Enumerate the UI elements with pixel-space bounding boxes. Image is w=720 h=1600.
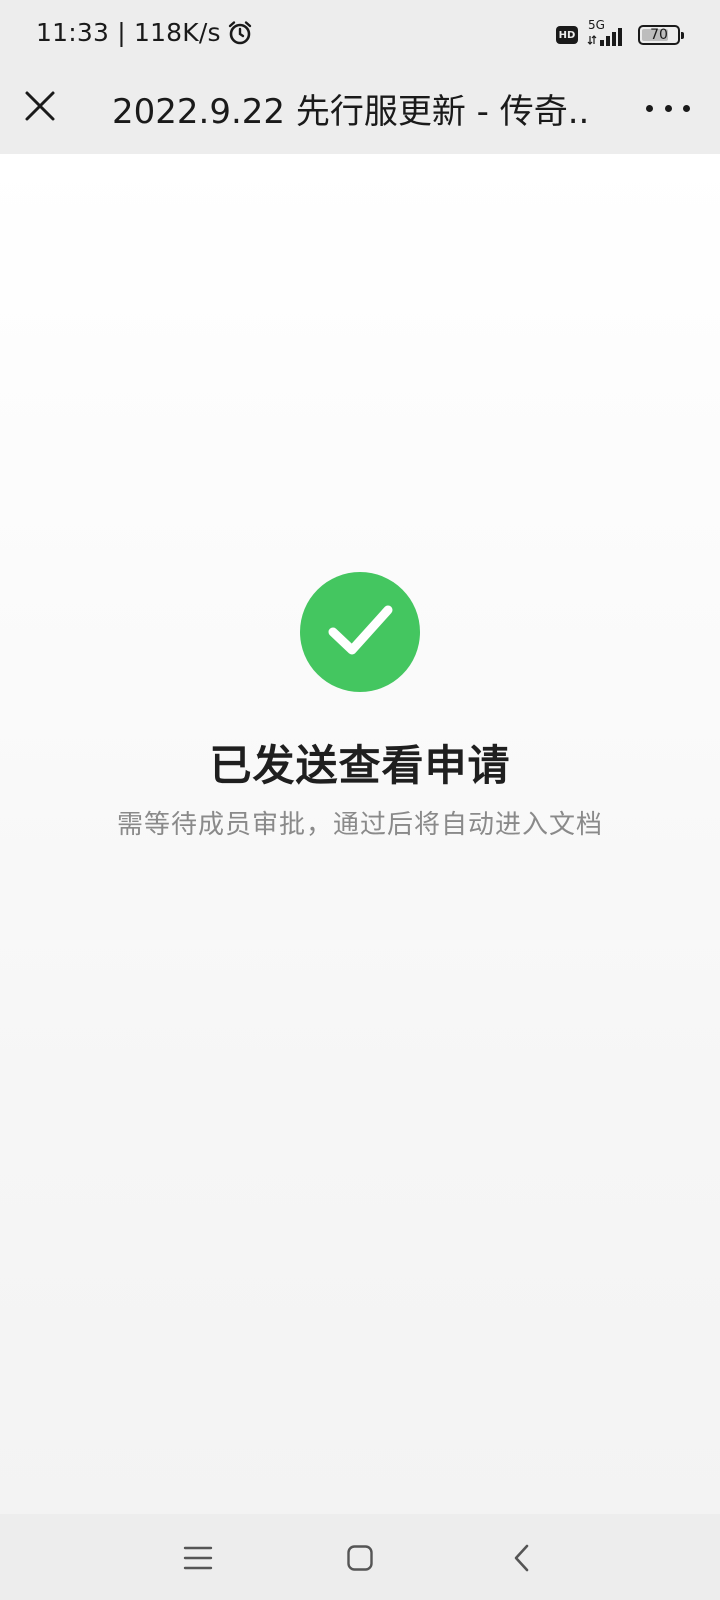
- result-page: 已发送查看申请 需等待成员审批，通过后将自动进入文档: [0, 154, 720, 1514]
- page-title: 2022.9.22 先行服更新 - 传奇...: [112, 92, 592, 132]
- menu-icon: [183, 1546, 213, 1570]
- battery-icon: 70: [638, 25, 684, 45]
- menu-button[interactable]: [176, 1536, 220, 1580]
- home-button[interactable]: [338, 1536, 382, 1580]
- signal-icon: 5G: [586, 18, 630, 48]
- back-icon: [514, 1544, 529, 1572]
- screen: 11:33 | 118K/s HD 5G 70 2022.9.22 先行服更新 …: [0, 0, 720, 1600]
- more-icon-dot: [683, 104, 690, 112]
- result-subtitle: 需等待成员审批，通过后将自动进入文档: [116, 810, 603, 840]
- close-icon: [25, 91, 55, 121]
- status-bar: 11:33 | 118K/s HD 5G 70: [0, 0, 720, 72]
- close-button[interactable]: [20, 86, 60, 126]
- status-left: 11:33 | 118K/s: [36, 18, 253, 47]
- hd-icon: HD: [556, 26, 578, 44]
- status-right: HD 5G 70: [556, 18, 684, 48]
- more-button[interactable]: [646, 90, 690, 126]
- more-icon-dot: [646, 104, 653, 112]
- home-icon: [347, 1545, 373, 1571]
- check-circle-icon: [300, 572, 420, 692]
- more-icon-dot: [664, 104, 672, 112]
- status-time-speed: 11:33 | 118K/s: [36, 18, 221, 47]
- nav-bar: 2022.9.22 先行服更新 - 传奇...: [0, 72, 720, 154]
- battery-level: 70: [650, 27, 668, 43]
- alarm-icon: [227, 20, 253, 46]
- back-button[interactable]: [500, 1536, 544, 1580]
- result-title: 已发送查看申请: [209, 741, 511, 790]
- system-nav-bar: [0, 1514, 720, 1600]
